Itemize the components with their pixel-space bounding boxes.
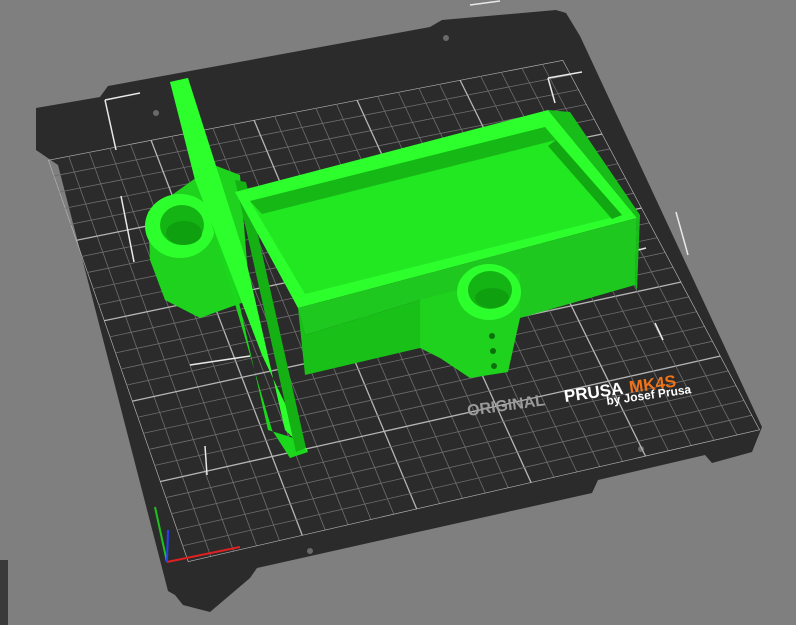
bed-hole-4	[307, 548, 313, 554]
bed-hole-2	[443, 35, 449, 41]
bed-hole-1	[153, 110, 159, 116]
scene-canvas[interactable]: ORIGINAL PRUSA MK4S by Josef Prusa	[0, 0, 796, 625]
side-panel-edge	[0, 560, 8, 625]
tray-pin-hole-3	[491, 363, 497, 369]
3d-viewport[interactable]: ORIGINAL PRUSA MK4S by Josef Prusa	[0, 0, 796, 625]
tray-pin-hole-1	[489, 333, 495, 339]
z-axis	[166, 529, 169, 563]
tray-pin-hole-2	[490, 348, 496, 354]
